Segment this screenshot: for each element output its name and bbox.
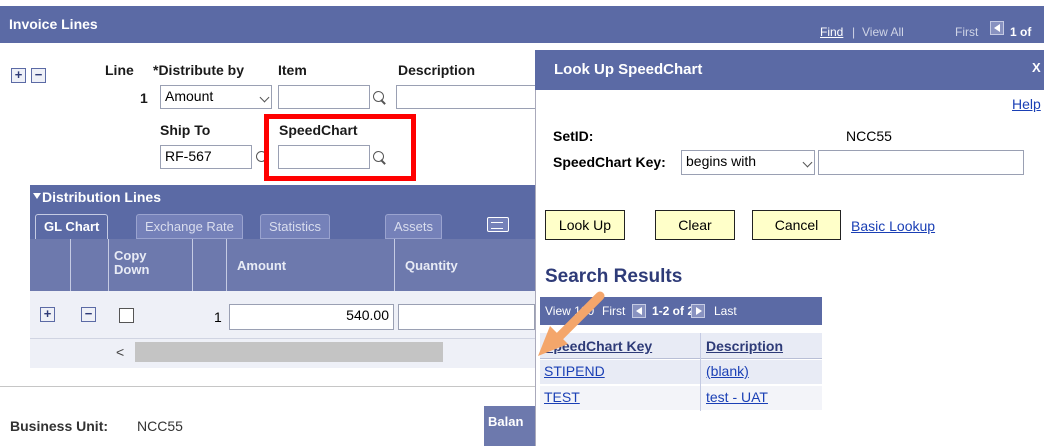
distribution-tabs: GL Chart Exchange Rate Statistics Assets <box>30 209 535 239</box>
operator-value: begins with <box>686 153 757 169</box>
description-label: Description <box>398 62 476 78</box>
result-description-link[interactable]: test - UAT <box>706 389 768 405</box>
result-key-link[interactable]: TEST <box>544 389 580 405</box>
line-label: Line <box>105 62 134 78</box>
balance-tab[interactable]: Balan <box>484 406 535 446</box>
help-link[interactable]: Help <box>1012 96 1041 112</box>
next-page-icon[interactable] <box>691 304 705 318</box>
results-range: 1-2 of 2 <box>652 304 695 318</box>
amount-input[interactable]: 540.00 <box>229 304 394 330</box>
chevron-down-icon <box>802 157 813 168</box>
amount-value: 540.00 <box>346 307 389 323</box>
column-divider <box>394 239 395 291</box>
description-column-header[interactable]: Description <box>706 338 783 354</box>
nav-separator: | <box>852 25 856 39</box>
scroll-thumb[interactable] <box>135 342 443 362</box>
divider <box>0 386 535 387</box>
add-distribution-icon[interactable]: + <box>40 307 55 322</box>
speedchart-key-operator-select[interactable]: begins with <box>681 150 815 175</box>
speedchart-key-label: SpeedChart Key: <box>553 154 666 170</box>
tab-statistics[interactable]: Statistics <box>260 214 331 239</box>
distribute-by-label: *Distribute by <box>153 62 245 78</box>
last-label: Last <box>714 304 737 318</box>
row-count: 1 of <box>1010 25 1032 39</box>
previous-page-icon[interactable] <box>632 304 646 318</box>
tab-exchange-rate[interactable]: Exchange Rate <box>136 214 243 239</box>
scroll-left-icon[interactable]: < <box>116 344 124 360</box>
view-all-link[interactable]: View All <box>862 25 904 39</box>
column-divider <box>226 239 227 291</box>
first-page-icon[interactable] <box>990 21 1004 35</box>
search-results-title: Search Results <box>545 266 683 287</box>
tab-assets[interactable]: Assets <box>385 214 443 239</box>
tab-gl-chart[interactable]: GL Chart <box>35 214 109 239</box>
ship-to-value: RF-567 <box>165 148 212 164</box>
quantity-input[interactable] <box>398 304 535 330</box>
distribution-line-number: 1 <box>214 309 222 325</box>
lookup-dialog-title: Look Up SpeedChart <box>554 61 703 78</box>
annotation-arrow-icon <box>538 291 605 356</box>
clear-button[interactable]: Clear <box>655 210 735 240</box>
basic-lookup-link[interactable]: Basic Lookup <box>851 218 935 234</box>
result-description-link[interactable]: (blank) <box>706 363 749 379</box>
copy-down-header: Copy Down <box>114 248 150 277</box>
cancel-button[interactable]: Cancel <box>752 210 841 240</box>
business-unit-value: NCC55 <box>137 418 183 434</box>
find-link[interactable]: Find <box>820 25 843 39</box>
column-divider <box>700 333 701 411</box>
description-input[interactable] <box>396 85 536 109</box>
distribute-by-value: Amount <box>165 88 214 104</box>
amount-header: Amount <box>237 258 287 273</box>
invoice-lines-title: Invoice Lines <box>9 16 98 32</box>
business-unit-label: Business Unit: <box>10 418 109 434</box>
item-input[interactable] <box>278 85 370 109</box>
column-divider <box>192 239 193 291</box>
item-label: Item <box>278 62 307 78</box>
item-search-icon[interactable] <box>373 90 387 106</box>
table-row: TEST test - UAT <box>540 386 822 410</box>
column-divider <box>108 239 109 291</box>
ship-to-input[interactable]: RF-567 <box>160 145 252 169</box>
delete-row-icon[interactable]: − <box>31 68 46 83</box>
chevron-down-icon <box>259 92 270 103</box>
look-up-button[interactable]: Look Up <box>545 210 625 240</box>
distribution-lines-header[interactable]: Distribution Lines <box>30 185 535 209</box>
show-all-columns-icon[interactable] <box>487 217 509 232</box>
speedchart-highlight <box>264 114 416 181</box>
ship-to-label: Ship To <box>160 122 211 138</box>
copy-down-checkbox[interactable] <box>119 308 134 323</box>
setid-value: NCC55 <box>846 128 892 144</box>
lookup-dialog-header: Look Up SpeedChart X <box>535 50 1044 90</box>
invoice-lines-header: Invoice Lines Find | View All First 1 of <box>0 6 1044 43</box>
first-label: First <box>955 25 979 39</box>
add-row-icon[interactable]: + <box>11 68 26 83</box>
delete-distribution-icon[interactable]: − <box>81 307 96 322</box>
distribution-lines-title: Distribution Lines <box>42 189 161 205</box>
speedchart-key-input[interactable] <box>818 150 1024 175</box>
distribution-grid-header: Copy Down Amount Quantity <box>30 239 535 291</box>
collapse-icon[interactable] <box>33 193 41 199</box>
arrow-shaft <box>555 291 605 341</box>
setid-label: SetID: <box>553 128 594 144</box>
line-number: 1 <box>140 90 148 106</box>
distribute-by-select[interactable]: Amount <box>160 85 272 109</box>
close-icon[interactable]: X <box>1032 60 1041 75</box>
column-divider <box>70 239 71 291</box>
quantity-header: Quantity <box>405 258 458 273</box>
